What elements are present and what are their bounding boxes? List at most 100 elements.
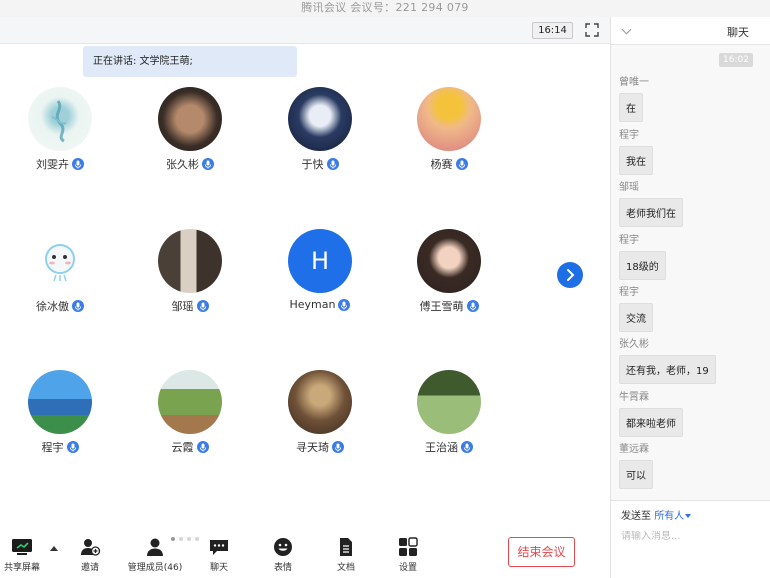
participant-tile[interactable]: 刘雯卉 xyxy=(10,87,110,172)
invite-icon xyxy=(79,537,101,557)
chat-label: 聊天 xyxy=(209,563,228,573)
message-sender: 牛霄霖 xyxy=(619,392,649,403)
participant-tile[interactable]: 云霞 xyxy=(140,370,240,455)
message-sender: 程宇 xyxy=(619,287,639,298)
mic-icon xyxy=(326,158,339,170)
message-sender: 董远霖 xyxy=(619,444,649,455)
manage-members-button[interactable]: 管理成员(46) xyxy=(125,537,185,573)
meeting-clock: 16:14 xyxy=(532,22,573,39)
invite-button[interactable]: 邀请 xyxy=(60,537,120,573)
next-page-button[interactable] xyxy=(557,262,583,288)
window-title: 腾讯会议 会议号：221 294 079 xyxy=(0,0,770,17)
participant-tile[interactable]: 程宇 xyxy=(10,370,110,455)
chat-message: 程宇 我在 xyxy=(619,126,653,175)
settings-button[interactable]: 设置 xyxy=(378,537,438,573)
message-bubble: 都来啦老师 xyxy=(619,408,683,437)
chat-panel: 聊天 16:02 曾唯一 在 程宇 我在 邹瑶 老师我们在 程宇 18级的 程宇… xyxy=(610,17,770,578)
avatar xyxy=(158,87,222,151)
send-to-selector[interactable]: 发送至 所有人 xyxy=(621,507,692,522)
participant-tile[interactable]: 邹瑶 xyxy=(140,229,240,314)
message-sender: 曾唯一 xyxy=(619,77,649,88)
chat-message: 程宇 交流 xyxy=(619,283,653,332)
chat-message: 张久彬 还有我，老师，19 xyxy=(619,335,716,384)
message-sender: 程宇 xyxy=(619,130,639,141)
chat-footer: 发送至 所有人 xyxy=(611,500,770,578)
mic-icon xyxy=(202,158,214,170)
participant-name: 张久彬 xyxy=(166,158,199,171)
fullscreen-icon[interactable] xyxy=(584,22,600,38)
message-bubble: 交流 xyxy=(619,303,653,332)
manage-members-label: 管理成员(46) xyxy=(127,563,183,573)
share-options-caret[interactable] xyxy=(50,546,58,551)
chat-message-input[interactable] xyxy=(621,531,761,542)
participant-name: 杨赛 xyxy=(430,158,453,171)
avatar xyxy=(288,370,352,434)
participant-name: 刘雯卉 xyxy=(36,158,69,171)
avatar xyxy=(28,87,92,151)
avatar xyxy=(158,370,222,434)
participant-name: 云霞 xyxy=(171,441,194,454)
emoji-button[interactable]: 表情 xyxy=(253,537,313,573)
chat-title: 聊天 xyxy=(727,26,749,39)
participant-name: 徐冰傲 xyxy=(36,300,69,313)
invite-label: 邀请 xyxy=(80,563,99,573)
participant-name: 寻天琦 xyxy=(296,441,329,454)
mic-icon xyxy=(196,300,209,312)
documents-button[interactable]: 文档 xyxy=(316,537,376,573)
participant-tile[interactable]: 杨赛 xyxy=(399,87,499,172)
participant-tile[interactable]: H Heyman xyxy=(270,229,370,311)
send-to-target[interactable]: 所有人 xyxy=(654,511,684,522)
participant-name: 程宇 xyxy=(41,441,64,454)
settings-label: 设置 xyxy=(398,563,417,573)
participant-tile[interactable]: 徐冰傲 xyxy=(10,229,110,314)
message-bubble: 在 xyxy=(619,93,643,122)
video-grid-area: 16:14 正在讲话: 文学院王萌; 刘雯卉 张久彬 于快 杨赛 徐冰傲 邹瑶 … xyxy=(0,17,610,578)
mic-icon xyxy=(72,158,84,170)
participant-name: 傅王雪萌 xyxy=(419,300,464,313)
chat-message: 程宇 18级的 xyxy=(619,231,666,280)
chat-message: 牛霄霖 都来啦老师 xyxy=(619,388,683,437)
avatar xyxy=(28,229,92,293)
chevron-right-icon xyxy=(567,269,575,281)
message-bubble: 18级的 xyxy=(619,251,666,280)
message-sender: 程宇 xyxy=(619,235,639,246)
message-bubble: 可以 xyxy=(619,460,653,489)
avatar xyxy=(288,87,352,151)
collapse-chevron-icon[interactable] xyxy=(621,24,632,35)
participant-tile[interactable]: 王治涵 xyxy=(399,370,499,455)
participant-tile[interactable]: 张久彬 xyxy=(140,87,240,172)
emoji-icon xyxy=(272,537,294,557)
dropdown-caret-icon[interactable] xyxy=(685,514,692,518)
documents-label: 文档 xyxy=(336,563,355,573)
mic-icon xyxy=(196,441,209,453)
end-meeting-button[interactable]: 结束会议 xyxy=(508,537,575,567)
mic-icon xyxy=(332,441,344,453)
participant-name: 邹瑶 xyxy=(171,300,194,313)
message-bubble: 我在 xyxy=(619,146,653,175)
emoji-label: 表情 xyxy=(273,563,292,573)
mic-icon xyxy=(466,300,479,312)
chat-button[interactable]: 聊天 xyxy=(189,537,249,573)
bottom-toolbar: 共享屏幕 邀请 管理成员(46) 聊天 表情 文档 设置 结束会议 xyxy=(0,527,610,578)
chat-message: 邹瑶 老师我们在 xyxy=(619,178,683,227)
active-speaker-banner: 正在讲话: 文学院王萌; xyxy=(83,46,297,77)
participant-name: 王治涵 xyxy=(425,441,458,454)
members-icon xyxy=(144,537,166,557)
share-screen-icon xyxy=(11,537,33,557)
message-bubble: 老师我们在 xyxy=(619,198,683,227)
mic-icon xyxy=(72,300,84,312)
chat-message: 曾唯一 在 xyxy=(619,73,649,122)
mic-icon xyxy=(461,441,473,453)
message-bubble: 还有我，老师，19 xyxy=(619,355,716,384)
participant-tile[interactable]: 于快 xyxy=(270,87,370,172)
participant-tile[interactable]: 傅王雪萌 xyxy=(399,229,499,314)
participant-name: 于快 xyxy=(301,158,324,171)
share-screen-label: 共享屏幕 xyxy=(3,563,40,573)
avatar xyxy=(417,370,481,434)
participant-tile[interactable]: 寻天琦 xyxy=(270,370,370,455)
chat-header: 聊天 xyxy=(611,17,770,45)
share-screen-button[interactable]: 共享屏幕 xyxy=(0,537,52,573)
message-sender: 邹瑶 xyxy=(619,182,639,193)
mic-icon xyxy=(455,158,468,170)
document-icon xyxy=(335,537,357,557)
